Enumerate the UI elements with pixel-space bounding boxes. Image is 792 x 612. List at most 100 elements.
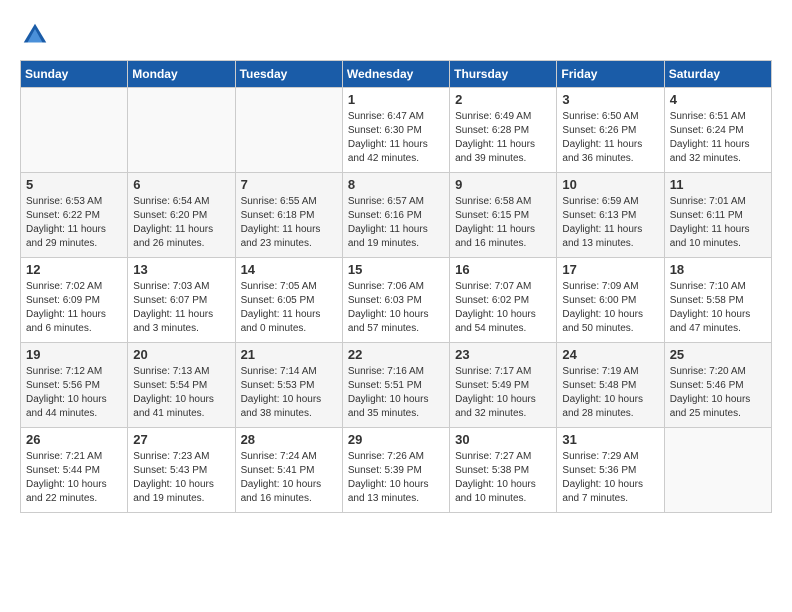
calendar-cell: 24Sunrise: 7:19 AMSunset: 5:48 PMDayligh… (557, 343, 664, 428)
calendar-cell: 1 Sunrise: 6:47 AMSunset: 6:30 PMDaylight… (342, 88, 449, 173)
cell-content: Sunrise: 6:59 AMSunset: 6:13 PMDaylight:… (562, 195, 658, 251)
cell-content: Sunrise: 7:05 AMSunset: 6:05 PMDaylight:… (241, 280, 337, 336)
calendar-cell: 17 Sunrise: 7:09 AMSunset: 6:00 PMDayligh… (557, 258, 664, 343)
day-number: 19 (26, 347, 122, 362)
calendar-table: SundayMondayTuesdayWednesdayThursdayFrid… (20, 60, 772, 513)
cell-content: Sunrise: 7:29 AMSunset: 5:36 PMDaylight:… (562, 450, 658, 506)
day-number: 29 (348, 432, 444, 447)
calendar-cell (128, 88, 235, 173)
day-number: 8 (348, 177, 444, 192)
calendar-cell: 11Sunrise: 7:01 AMSunset: 6:11 PMDayligh… (664, 173, 771, 258)
week-row-3: 12 Sunrise: 7:02 AMSunset: 6:09 PMDayligh… (21, 258, 772, 343)
day-number: 3 (562, 92, 658, 107)
cell-content: Sunrise: 7:21 AMSunset: 5:44 PMDaylight:… (26, 450, 122, 506)
day-number: 1 (348, 92, 444, 107)
week-row-2: 5 Sunrise: 6:53 AMSunset: 6:22 PMDaylight… (21, 173, 772, 258)
day-number: 26 (26, 432, 122, 447)
calendar-cell: 21 Sunrise: 7:14 AMSunset: 5:53 PMDayligh… (235, 343, 342, 428)
cell-content: Sunrise: 6:53 AMSunset: 6:22 PMDaylight:… (26, 195, 122, 251)
logo-icon (20, 20, 50, 50)
day-number: 14 (241, 262, 337, 277)
calendar-body: 1 Sunrise: 6:47 AMSunset: 6:30 PMDaylight… (21, 88, 772, 513)
calendar-cell: 31 Sunrise: 7:29 AMSunset: 5:36 PMDayligh… (557, 428, 664, 513)
calendar-cell (21, 88, 128, 173)
calendar-cell: 18 Sunrise: 7:10 AMSunset: 5:58 PMDayligh… (664, 258, 771, 343)
calendar-cell: 25 Sunrise: 7:20 AMSunset: 5:46 PMDayligh… (664, 343, 771, 428)
cell-content: Sunrise: 7:27 AMSunset: 5:38 PMDaylight:… (455, 450, 551, 506)
day-number: 23 (455, 347, 551, 362)
calendar-header: SundayMondayTuesdayWednesdayThursdayFrid… (21, 61, 772, 88)
header-row: SundayMondayTuesdayWednesdayThursdayFrid… (21, 61, 772, 88)
day-number: 28 (241, 432, 337, 447)
day-number: 7 (241, 177, 337, 192)
day-number: 18 (670, 262, 766, 277)
day-number: 10 (562, 177, 658, 192)
cell-content: Sunrise: 7:12 AMSunset: 5:56 PMDaylight:… (26, 365, 122, 421)
calendar-cell: 3 Sunrise: 6:50 AMSunset: 6:26 PMDaylight… (557, 88, 664, 173)
day-number: 15 (348, 262, 444, 277)
header-cell-thursday: Thursday (450, 61, 557, 88)
cell-content: Sunrise: 7:17 AMSunset: 5:49 PMDaylight:… (455, 365, 551, 421)
cell-content: Sunrise: 6:49 AMSunset: 6:28 PMDaylight:… (455, 110, 551, 166)
calendar-cell: 27Sunrise: 7:23 AMSunset: 5:43 PMDayligh… (128, 428, 235, 513)
calendar-cell: 19 Sunrise: 7:12 AMSunset: 5:56 PMDayligh… (21, 343, 128, 428)
header-cell-monday: Monday (128, 61, 235, 88)
cell-content: Sunrise: 7:13 AMSunset: 5:54 PMDaylight:… (133, 365, 229, 421)
calendar-cell: 29 Sunrise: 7:26 AMSunset: 5:39 PMDayligh… (342, 428, 449, 513)
day-number: 9 (455, 177, 551, 192)
calendar-cell: 10 Sunrise: 6:59 AMSunset: 6:13 PMDayligh… (557, 173, 664, 258)
day-number: 30 (455, 432, 551, 447)
cell-content: Sunrise: 7:01 AMSunset: 6:11 PMDaylight:… (670, 195, 766, 251)
cell-content: Sunrise: 7:14 AMSunset: 5:53 PMDaylight:… (241, 365, 337, 421)
cell-content: Sunrise: 6:54 AMSunset: 6:20 PMDaylight:… (133, 195, 229, 251)
cell-content: Sunrise: 7:02 AMSunset: 6:09 PMDaylight:… (26, 280, 122, 336)
cell-content: Sunrise: 6:50 AMSunset: 6:26 PMDaylight:… (562, 110, 658, 166)
cell-content: Sunrise: 7:06 AMSunset: 6:03 PMDaylight:… (348, 280, 444, 336)
header-cell-wednesday: Wednesday (342, 61, 449, 88)
page-header (20, 20, 772, 50)
cell-content: Sunrise: 6:47 AMSunset: 6:30 PMDaylight:… (348, 110, 444, 166)
calendar-cell: 28 Sunrise: 7:24 AMSunset: 5:41 PMDayligh… (235, 428, 342, 513)
calendar-cell: 7 Sunrise: 6:55 AMSunset: 6:18 PMDaylight… (235, 173, 342, 258)
day-number: 5 (26, 177, 122, 192)
header-cell-sunday: Sunday (21, 61, 128, 88)
day-number: 4 (670, 92, 766, 107)
calendar-cell: 5 Sunrise: 6:53 AMSunset: 6:22 PMDaylight… (21, 173, 128, 258)
cell-content: Sunrise: 7:10 AMSunset: 5:58 PMDaylight:… (670, 280, 766, 336)
cell-content: Sunrise: 7:26 AMSunset: 5:39 PMDaylight:… (348, 450, 444, 506)
calendar-cell: 26 Sunrise: 7:21 AMSunset: 5:44 PMDayligh… (21, 428, 128, 513)
calendar-cell (664, 428, 771, 513)
calendar-cell: 23 Sunrise: 7:17 AMSunset: 5:49 PMDayligh… (450, 343, 557, 428)
week-row-1: 1 Sunrise: 6:47 AMSunset: 6:30 PMDaylight… (21, 88, 772, 173)
day-number: 24 (562, 347, 658, 362)
cell-content: Sunrise: 7:23 AMSunset: 5:43 PMDaylight:… (133, 450, 229, 506)
cell-content: Sunrise: 7:16 AMSunset: 5:51 PMDaylight:… (348, 365, 444, 421)
day-number: 17 (562, 262, 658, 277)
cell-content: Sunrise: 7:09 AMSunset: 6:00 PMDaylight:… (562, 280, 658, 336)
day-number: 31 (562, 432, 658, 447)
calendar-cell: 14 Sunrise: 7:05 AMSunset: 6:05 PMDayligh… (235, 258, 342, 343)
logo (20, 20, 54, 50)
cell-content: Sunrise: 6:55 AMSunset: 6:18 PMDaylight:… (241, 195, 337, 251)
calendar-cell: 22 Sunrise: 7:16 AMSunset: 5:51 PMDayligh… (342, 343, 449, 428)
day-number: 25 (670, 347, 766, 362)
header-cell-friday: Friday (557, 61, 664, 88)
day-number: 22 (348, 347, 444, 362)
day-number: 16 (455, 262, 551, 277)
cell-content: Sunrise: 7:24 AMSunset: 5:41 PMDaylight:… (241, 450, 337, 506)
calendar-cell: 9Sunrise: 6:58 AMSunset: 6:15 PMDaylight… (450, 173, 557, 258)
day-number: 21 (241, 347, 337, 362)
cell-content: Sunrise: 7:03 AMSunset: 6:07 PMDaylight:… (133, 280, 229, 336)
calendar-cell: 30 Sunrise: 7:27 AMSunset: 5:38 PMDayligh… (450, 428, 557, 513)
day-number: 6 (133, 177, 229, 192)
calendar-cell: 8 Sunrise: 6:57 AMSunset: 6:16 PMDaylight… (342, 173, 449, 258)
day-number: 12 (26, 262, 122, 277)
calendar-cell: 13 Sunrise: 7:03 AMSunset: 6:07 PMDayligh… (128, 258, 235, 343)
day-number: 2 (455, 92, 551, 107)
day-number: 20 (133, 347, 229, 362)
cell-content: Sunrise: 7:20 AMSunset: 5:46 PMDaylight:… (670, 365, 766, 421)
day-number: 13 (133, 262, 229, 277)
week-row-5: 26 Sunrise: 7:21 AMSunset: 5:44 PMDayligh… (21, 428, 772, 513)
cell-content: Sunrise: 6:57 AMSunset: 6:16 PMDaylight:… (348, 195, 444, 251)
header-cell-saturday: Saturday (664, 61, 771, 88)
